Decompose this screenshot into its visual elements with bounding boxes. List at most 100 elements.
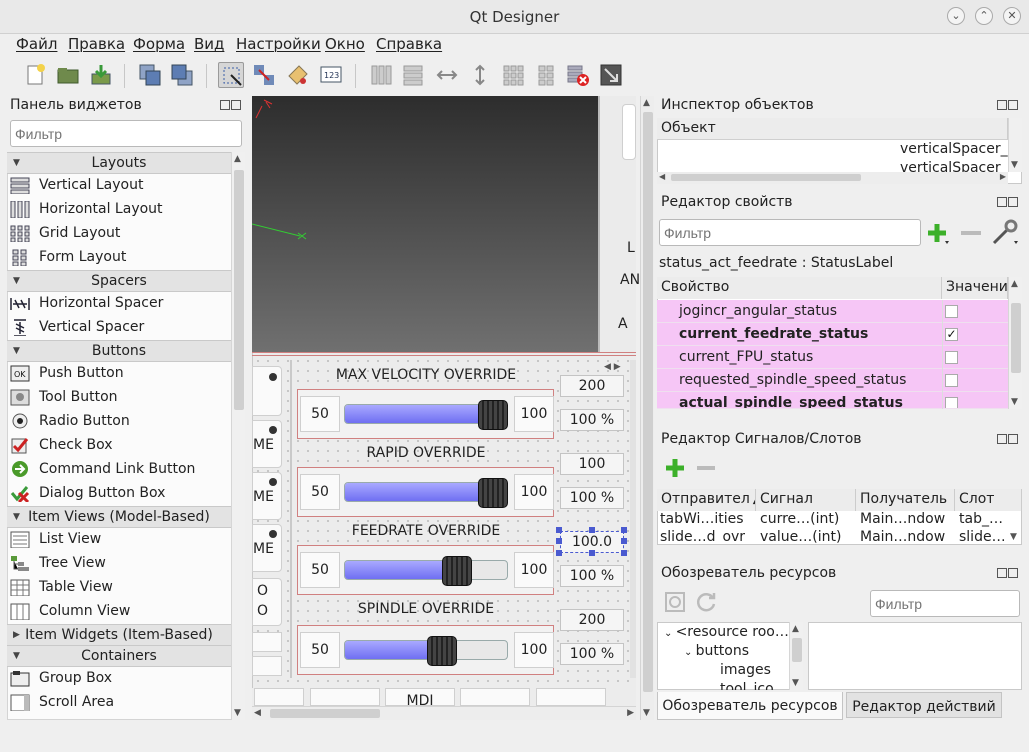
sender-column-header[interactable]: Отправител ▲ <box>657 489 756 511</box>
connection-signal[interactable]: curre…(int) <box>760 511 839 527</box>
cropped-button-4[interactable]: ME <box>252 524 282 572</box>
tab-action-editor[interactable]: Редактор действий <box>846 692 1002 718</box>
value-column-header[interactable]: Значение <box>942 277 1008 299</box>
canvas-vscrollbar[interactable]: ▲ ▼ <box>640 96 654 720</box>
layout-grid-icon[interactable] <box>500 62 526 88</box>
edit-tab-order-icon[interactable]: 123 <box>318 62 344 88</box>
close-icon[interactable]: ✕ <box>1003 7 1021 25</box>
layout-horizontal-icon[interactable] <box>368 62 394 88</box>
selection-handle[interactable] <box>589 550 595 556</box>
signal-column-header[interactable]: Сигнал <box>756 489 856 511</box>
slider-handle[interactable] <box>442 556 472 586</box>
object-row[interactable]: verticalSpacer_1 <box>900 141 1017 157</box>
object-inspector-dock-buttons[interactable] <box>996 100 1018 111</box>
object-row[interactable]: verticalSpacer_1 <box>900 160 1017 172</box>
property-checkbox[interactable] <box>945 374 958 387</box>
canvas-hscrollbar[interactable]: ◀ ▶ <box>252 706 636 720</box>
widget-list-scrollbar[interactable]: ▲ ▼ <box>231 152 245 720</box>
property-row[interactable]: current_FPU_status <box>657 346 1008 369</box>
configure-icon[interactable] <box>990 219 1020 247</box>
bottom-button-1[interactable] <box>254 688 304 706</box>
layout-splitter-h-icon[interactable] <box>434 62 460 88</box>
bring-front-icon[interactable] <box>169 62 195 88</box>
edit-signals-icon[interactable] <box>251 62 277 88</box>
property-row[interactable]: actual_spindle_speed_status <box>657 392 1008 409</box>
property-row[interactable]: current_feedrate_status ✓ <box>657 323 1008 346</box>
override-slider[interactable] <box>344 636 508 666</box>
override-slider[interactable] <box>344 478 508 508</box>
category-containers[interactable]: ▼ Containers <box>7 645 231 667</box>
override-slider[interactable] <box>344 556 508 586</box>
open-folder-icon[interactable] <box>55 62 81 88</box>
send-back-icon[interactable] <box>137 62 163 88</box>
resource-tree-images[interactable]: images <box>720 662 771 678</box>
connection-sender[interactable]: tabWi…ities <box>660 511 744 527</box>
selection-handle[interactable] <box>589 527 595 533</box>
maximize-icon[interactable]: ⌃ <box>975 7 993 25</box>
edit-buddies-icon[interactable] <box>285 62 311 88</box>
menu-file[interactable]: Файл <box>16 35 57 53</box>
minimize-icon[interactable]: ⌄ <box>947 7 965 25</box>
selection-handle[interactable] <box>621 527 627 533</box>
menu-edit[interactable]: Правка <box>68 35 125 53</box>
widget-box-dock-buttons[interactable] <box>219 100 241 111</box>
property-filter-input[interactable] <box>659 219 921 246</box>
menu-view[interactable]: Вид <box>194 35 224 53</box>
bottom-button-4[interactable] <box>460 688 530 706</box>
connection-slot[interactable]: tab_… <box>959 511 1003 527</box>
object-inspector-hscroll[interactable]: ◀ ▶ <box>657 172 1008 184</box>
edit-resources-icon[interactable] <box>663 590 687 614</box>
category-buttons[interactable]: ▼ Buttons <box>7 340 231 362</box>
edit-widgets-icon[interactable] <box>218 62 244 88</box>
property-checkbox[interactable]: ✓ <box>945 328 958 341</box>
resource-tree-root[interactable]: ⌄ <resource roo… <box>664 624 789 640</box>
connections-scroll-arrow[interactable]: ▼ <box>1010 532 1017 542</box>
overrides-scrollbar[interactable] <box>630 360 636 678</box>
adjust-size-icon[interactable] <box>598 62 624 88</box>
bottom-button-2[interactable] <box>310 688 380 706</box>
menu-settings[interactable]: Настройки <box>236 35 321 53</box>
remove-connection-icon[interactable] <box>694 456 718 480</box>
cropped-button-5[interactable]: OO <box>252 578 282 626</box>
layout-form-icon[interactable] <box>533 62 559 88</box>
receiver-column-header[interactable]: Получатель <box>856 489 955 511</box>
category-spacers[interactable]: ▼ Spacers <box>7 270 231 292</box>
connection-receiver[interactable]: Main…ndow <box>860 529 945 543</box>
category-item-views[interactable]: ▼ Item Views (Model-Based) <box>7 506 231 528</box>
resource-list[interactable] <box>808 622 1022 690</box>
resource-tree-buttons[interactable]: ⌄ buttons <box>684 643 749 659</box>
menu-help[interactable]: Справка <box>376 35 442 53</box>
save-icon[interactable] <box>88 62 114 88</box>
slider-handle[interactable] <box>427 636 457 666</box>
cropped-button-2[interactable]: ME <box>252 420 282 468</box>
object-inspector-vscroll[interactable]: ▼ <box>1008 118 1022 172</box>
connection-slot[interactable]: slide… <box>959 529 1006 543</box>
selection-handle[interactable] <box>621 550 627 556</box>
property-row[interactable]: jogincr_angular_status <box>657 300 1008 323</box>
slot-column-header[interactable]: Слот <box>955 489 1022 511</box>
cropped-button-6[interactable] <box>252 632 282 652</box>
resource-tree-vscroll[interactable]: ▲ ▼ <box>789 622 803 690</box>
property-checkbox[interactable] <box>945 351 958 364</box>
break-layout-icon[interactable] <box>565 62 591 88</box>
side-button-stub[interactable] <box>622 104 636 160</box>
new-file-icon[interactable] <box>22 62 48 88</box>
property-row[interactable]: requested_spindle_speed_status <box>657 369 1008 392</box>
category-layouts[interactable]: ▼ Layouts <box>7 152 231 174</box>
connection-receiver[interactable]: Main…ndow <box>860 511 945 527</box>
cropped-button-1[interactable] <box>252 366 282 416</box>
menu-window[interactable]: Окно <box>325 35 365 53</box>
cropped-button-3[interactable]: ME <box>252 472 282 520</box>
connection-sender[interactable]: slide…d_ovr <box>660 529 745 543</box>
layout-vertical-icon[interactable] <box>400 62 426 88</box>
selection-handle[interactable] <box>556 538 562 544</box>
mdi-button[interactable]: MDI <box>385 688 455 706</box>
tab-resource-browser[interactable]: Обозреватель ресурсов <box>657 692 843 720</box>
resource-filter-input[interactable] <box>870 590 1020 617</box>
property-checkbox[interactable] <box>945 305 958 318</box>
property-editor-dock-buttons[interactable] <box>996 197 1018 208</box>
overrides-scroll-arrows[interactable]: ◀ ▶ <box>604 362 621 372</box>
selection-handle[interactable] <box>621 538 627 544</box>
selection-handle[interactable] <box>556 550 562 556</box>
cropped-button-7[interactable] <box>252 656 282 676</box>
